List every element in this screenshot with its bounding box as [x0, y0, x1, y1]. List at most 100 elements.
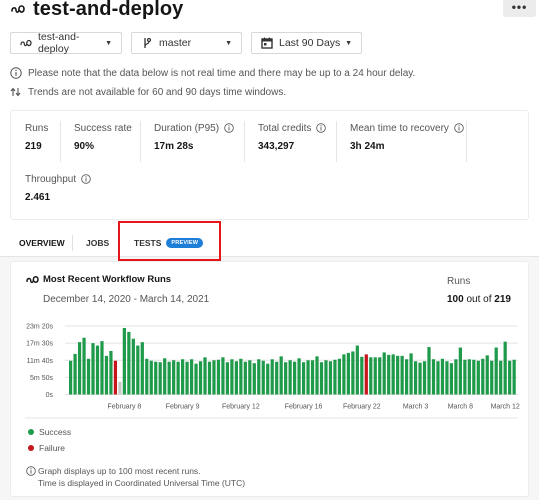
run-bar[interactable] — [239, 358, 243, 395]
run-bar[interactable] — [369, 357, 373, 395]
run-bar[interactable] — [490, 360, 494, 395]
run-bar[interactable] — [91, 343, 95, 395]
run-bar[interactable] — [167, 361, 171, 395]
run-bar[interactable] — [225, 362, 230, 395]
run-bar[interactable] — [503, 341, 507, 395]
run-bar[interactable] — [499, 360, 503, 395]
run-bar[interactable] — [82, 337, 86, 395]
run-bar[interactable] — [145, 358, 149, 395]
run-bar[interactable] — [355, 345, 359, 395]
tab-jobs[interactable]: JOBS — [86, 228, 109, 258]
run-bar[interactable] — [328, 361, 333, 395]
run-bar[interactable] — [176, 361, 180, 395]
run-bar[interactable] — [216, 359, 221, 395]
run-bar[interactable] — [378, 357, 382, 395]
run-bar[interactable] — [324, 360, 328, 395]
run-bar[interactable] — [467, 359, 471, 395]
run-bar[interactable] — [279, 356, 283, 395]
run-bar[interactable] — [315, 356, 319, 395]
run-bar[interactable] — [127, 331, 131, 395]
run-bar[interactable] — [310, 360, 315, 395]
run-bar[interactable] — [163, 358, 167, 395]
run-bar[interactable] — [508, 360, 512, 395]
run-bar[interactable] — [221, 357, 225, 395]
run-bar[interactable] — [301, 362, 306, 395]
run-bar[interactable] — [104, 355, 109, 395]
run-bar[interactable] — [252, 363, 256, 395]
run-bar[interactable] — [275, 361, 279, 395]
run-bar[interactable] — [436, 361, 440, 395]
run-bar[interactable] — [445, 361, 449, 395]
run-bar[interactable] — [73, 353, 77, 395]
run-bar[interactable] — [140, 342, 144, 395]
run-bar[interactable] — [382, 352, 386, 395]
run-bar[interactable] — [342, 354, 346, 395]
run-bar[interactable] — [136, 345, 140, 395]
run-bar[interactable] — [409, 353, 413, 395]
run-bar[interactable] — [288, 360, 292, 395]
run-bar[interactable] — [95, 345, 100, 395]
run-bar[interactable] — [189, 359, 194, 395]
run-bar[interactable] — [449, 363, 454, 395]
run-bar[interactable] — [346, 352, 350, 395]
run-bar[interactable] — [261, 360, 265, 395]
run-bar[interactable] — [472, 359, 476, 395]
run-bar[interactable] — [230, 359, 234, 395]
workflow-select[interactable]: test-and-deploy ▼ — [10, 31, 122, 55]
run-bar[interactable] — [158, 362, 162, 395]
run-bar[interactable] — [149, 360, 153, 395]
run-bar[interactable] — [431, 359, 436, 395]
run-bar[interactable] — [181, 359, 185, 395]
run-bar[interactable] — [387, 354, 391, 395]
run-bar[interactable] — [476, 360, 480, 395]
run-bar[interactable] — [266, 363, 270, 395]
run-bar[interactable] — [77, 342, 82, 395]
more-options-button[interactable]: ••• — [503, 0, 536, 17]
run-bar[interactable] — [109, 350, 113, 395]
run-bar[interactable] — [257, 359, 261, 395]
run-bar[interactable] — [405, 359, 409, 395]
run-bar[interactable] — [270, 359, 274, 395]
run-bar[interactable] — [185, 361, 189, 395]
date-range-select[interactable]: Last 90 Days ▼ — [251, 32, 362, 54]
run-bar[interactable] — [512, 359, 516, 395]
run-bar[interactable] — [118, 381, 122, 395]
run-bar[interactable] — [154, 361, 158, 395]
run-bar[interactable] — [454, 359, 458, 395]
run-bar[interactable] — [131, 338, 135, 395]
run-bar[interactable] — [203, 357, 207, 395]
run-bar[interactable] — [485, 355, 489, 395]
run-bar[interactable] — [337, 358, 342, 395]
run-bar[interactable] — [293, 361, 297, 395]
run-bar[interactable] — [364, 354, 368, 395]
run-bar[interactable] — [207, 361, 212, 395]
run-bar[interactable] — [418, 362, 422, 395]
run-bar[interactable] — [100, 341, 104, 395]
run-bar[interactable] — [391, 354, 395, 395]
run-bar[interactable] — [351, 351, 355, 395]
run-bar[interactable] — [319, 362, 324, 395]
run-bar[interactable] — [373, 357, 377, 395]
info-icon[interactable] — [454, 123, 464, 133]
run-bar[interactable] — [243, 361, 247, 395]
run-bar[interactable] — [122, 327, 126, 395]
run-bar[interactable] — [113, 360, 118, 395]
run-bar[interactable] — [422, 361, 427, 395]
run-bar[interactable] — [284, 362, 288, 395]
run-bar[interactable] — [306, 360, 310, 395]
run-bar[interactable] — [248, 360, 252, 395]
run-bar[interactable] — [212, 360, 216, 395]
tab-overview[interactable]: OVERVIEW — [19, 228, 65, 258]
run-bar[interactable] — [333, 359, 337, 395]
run-bar[interactable] — [458, 347, 462, 395]
info-icon[interactable] — [316, 123, 327, 133]
run-bar[interactable] — [297, 358, 301, 395]
run-bar[interactable] — [396, 355, 400, 395]
run-bar[interactable] — [400, 355, 404, 395]
run-bar[interactable] — [86, 358, 91, 395]
run-bar[interactable] — [463, 359, 467, 395]
run-bar[interactable] — [172, 360, 176, 395]
run-bar[interactable] — [481, 358, 485, 395]
run-bar[interactable] — [440, 358, 445, 395]
branch-select[interactable]: master ▼ — [131, 32, 242, 54]
